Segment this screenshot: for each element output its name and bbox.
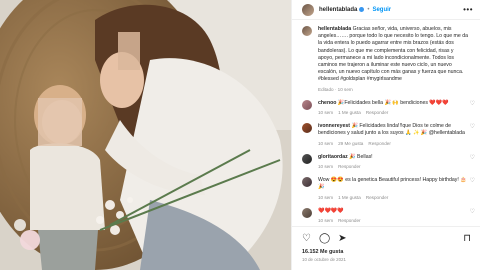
comment-row: gloritaordaz 🎉 Bellas! 10 sem Responder ♡ (302, 153, 475, 170)
bookmark-icon[interactable]: ⊓ (463, 233, 471, 244)
comment-text: ❤️❤️❤️❤️ (318, 207, 344, 214)
comment-text: 🎉 Bellas! (349, 153, 373, 160)
verified-badge-icon (359, 7, 365, 12)
post-actions: ♡ ◯ ➤ ⊓ 16.152 Me gusta 10 de octubre de… (292, 226, 480, 270)
post-date: 10 de octubre de 2021 (302, 257, 346, 262)
comment-like-icon[interactable]: ♡ (470, 100, 475, 108)
reply-button[interactable]: Responder (366, 195, 388, 200)
comment-like-icon[interactable]: ♡ (470, 154, 475, 162)
comment-time: 10 sem (318, 194, 334, 200)
comment-text: 🎉Felicidades bella 🎉 🙌 bendiciones ❤️❤️❤… (337, 99, 449, 106)
post-header: hellentablada • Seguir ••• (292, 0, 480, 20)
comment-username[interactable]: gloritaordaz (318, 154, 348, 160)
comment-like-icon[interactable]: ♡ (470, 208, 475, 216)
author-username[interactable]: hellentablada (319, 7, 357, 13)
comment-username[interactable]: chenoo (318, 100, 336, 106)
author-avatar[interactable] (302, 26, 312, 36)
commenter-avatar[interactable] (302, 153, 312, 164)
comment-like-icon[interactable]: ♡ (470, 123, 475, 131)
comment-row: ❤️❤️❤️❤️ 10 sem Responder ♡ (302, 207, 475, 224)
commenter-avatar[interactable] (302, 177, 312, 188)
likes-count[interactable]: 16.152 Me gusta (302, 249, 471, 255)
author-avatar[interactable] (302, 3, 314, 16)
comment-time: 10 sem (318, 218, 334, 224)
post-sidebar: hellentablada • Seguir ••• hellentablada… (291, 0, 480, 270)
comments-list[interactable]: hellentablada Gracias señor, vida, unive… (292, 21, 480, 226)
caption: hellentablada Gracias señor, vida, unive… (302, 26, 475, 93)
reply-button[interactable]: Responder (338, 218, 360, 223)
comment-time: 10 sem (318, 164, 334, 170)
reply-button[interactable]: Responder (338, 164, 360, 169)
comment-row: chenoo 🎉Felicidades bella 🎉 🙌 bendicione… (302, 99, 475, 116)
instagram-post-view: hellentablada • Seguir ••• hellentablada… (0, 0, 480, 270)
header-separator: • (367, 6, 370, 13)
comment-text: Wow 😍😍 es la genetica Beautiful princess… (318, 177, 467, 191)
comment-row: Wow 😍😍 es la genetica Beautiful princess… (302, 177, 475, 201)
comment-row: ivonnereyest 🎉 Felicidades linda!!!que D… (302, 123, 475, 147)
commenter-avatar[interactable] (302, 207, 312, 218)
commenter-avatar[interactable] (302, 99, 312, 110)
comment-likes[interactable]: 29 Me gusta (338, 141, 363, 146)
comment-likes[interactable]: 1 Me gusta (338, 110, 361, 115)
heart-outline-icon[interactable]: ♡ (302, 233, 311, 244)
paper-plane-icon[interactable]: ➤ (338, 233, 346, 244)
comment-username[interactable]: ivonnereyest (318, 123, 350, 129)
commenter-avatar[interactable] (302, 123, 312, 134)
reply-button[interactable]: Responder (368, 141, 390, 146)
more-horizontal-icon[interactable]: ••• (463, 5, 473, 14)
follow-button[interactable]: Seguir (372, 7, 391, 13)
photo-illustration (0, 0, 291, 270)
comment-time: 10 sem (318, 140, 334, 146)
caption-meta: Editado · 10 sem (318, 86, 353, 92)
post-photo[interactable] (0, 0, 291, 270)
comment-like-icon[interactable]: ♡ (470, 177, 475, 185)
caption-username[interactable]: hellentablada (318, 26, 351, 32)
caption-text: Gracias señor, vida, universo, abuelos, … (318, 26, 468, 83)
comment-icon[interactable]: ◯ (319, 233, 330, 244)
comment-time: 10 sem (318, 110, 334, 116)
comment-likes[interactable]: 1 Me gusta (338, 195, 361, 200)
reply-button[interactable]: Responder (366, 110, 388, 115)
